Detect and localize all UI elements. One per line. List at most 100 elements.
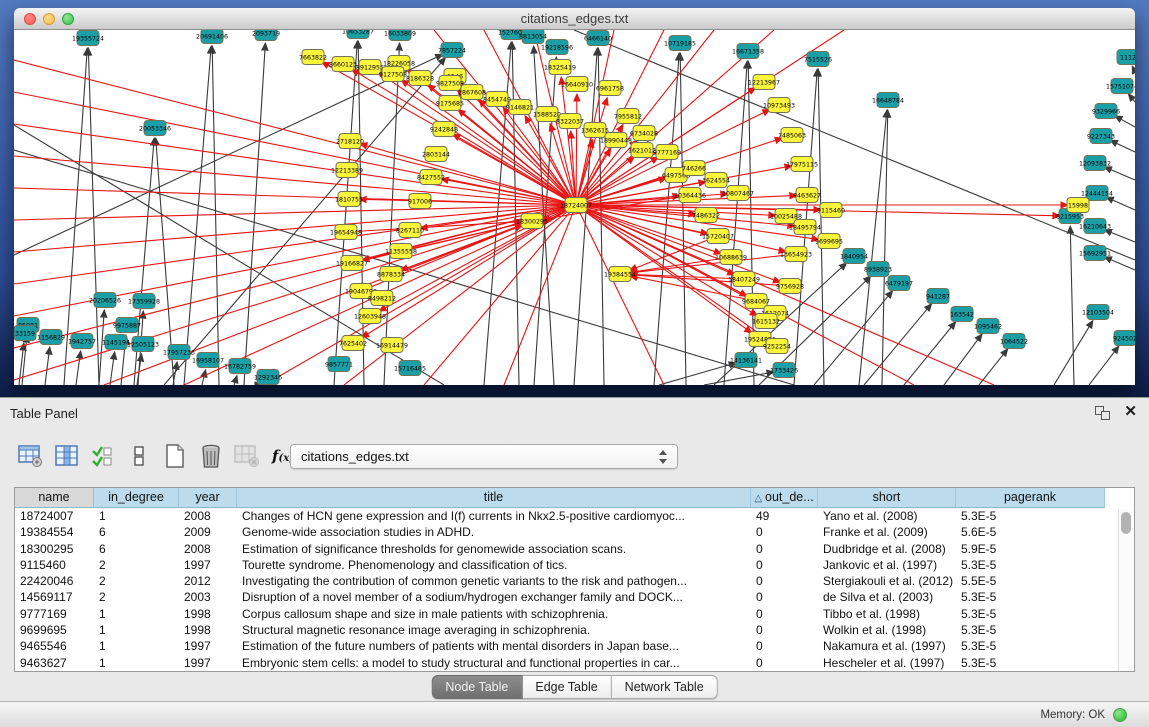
graph-node-label: 9777169 bbox=[653, 149, 681, 156]
table-cell: 6 bbox=[94, 541, 179, 557]
table-cell: 0 bbox=[751, 655, 818, 671]
graph-node-label: 9684067 bbox=[742, 298, 770, 305]
table-cell: 0 bbox=[751, 589, 818, 605]
window-titlebar[interactable]: citations_edges.txt bbox=[14, 8, 1135, 30]
table-row[interactable]: 1830029562008Estimation of significance … bbox=[15, 541, 1134, 557]
table-cell: 0 bbox=[751, 524, 818, 540]
table-cell: 2008 bbox=[179, 541, 237, 557]
table-row[interactable]: 911546021997Tourette syndrome. Phenomeno… bbox=[15, 557, 1134, 573]
tab-network-table[interactable]: Network Table bbox=[612, 675, 718, 699]
column-header-title[interactable]: title bbox=[237, 488, 751, 508]
graph-node-label: 7486322 bbox=[692, 212, 720, 219]
table-cell: 0 bbox=[751, 606, 818, 622]
graph-node-label: 6961758 bbox=[596, 85, 624, 92]
graph-node-label: 8454749 bbox=[483, 96, 511, 103]
close-icon[interactable]: ✕ bbox=[1124, 402, 1137, 420]
table-cell: Hescheler et al. (1997) bbox=[818, 655, 956, 671]
table-cell: Structural magnetic resonance image aver… bbox=[237, 622, 751, 638]
column-header-name[interactable]: name bbox=[15, 488, 94, 508]
table-cell: Tibbo et al. (1998) bbox=[818, 606, 956, 622]
table-toolbar: f(x) bbox=[16, 440, 304, 472]
graph-node-label: 1145194 bbox=[102, 339, 130, 346]
graph-node-label: 12213967 bbox=[748, 79, 780, 86]
column-header-short[interactable]: short bbox=[818, 488, 956, 508]
graph-node-label: 10807467 bbox=[722, 190, 754, 197]
row-height-icon[interactable] bbox=[124, 441, 154, 471]
graph-node-label: 16640910 bbox=[561, 81, 593, 88]
table-row[interactable]: 946554611997Estimation of the future num… bbox=[15, 638, 1134, 654]
column-header-out-de-[interactable]: △out_de... bbox=[751, 488, 818, 508]
column-header-label: title bbox=[484, 490, 503, 504]
graph-node-label: 14136141 bbox=[730, 357, 762, 364]
graph-node-label: 1840954 bbox=[840, 253, 868, 260]
graph-node-label: 9463627 bbox=[793, 192, 821, 199]
table-cell: 18300295 bbox=[15, 541, 94, 557]
table-cell: 49 bbox=[751, 508, 818, 524]
scrollbar-thumb[interactable] bbox=[1121, 512, 1131, 534]
delete-table-icon[interactable] bbox=[196, 441, 226, 471]
graph-node-label: 7857224 bbox=[438, 47, 466, 54]
graph-node-label: 1362615 bbox=[581, 127, 609, 134]
graph-node-label: 924502 bbox=[1113, 335, 1135, 342]
table-vertical-scrollbar[interactable] bbox=[1118, 509, 1133, 671]
graph-node-label: 8813054 bbox=[519, 33, 547, 40]
table-cell: de Silva et al. (2003) bbox=[818, 589, 956, 605]
table-cell: 2 bbox=[94, 589, 179, 605]
table-cell: 1997 bbox=[179, 638, 237, 654]
table-row[interactable]: 946362711997Embryonic stem cells: a mode… bbox=[15, 655, 1134, 671]
table-row[interactable]: 1872400712008Changes of HCN gene express… bbox=[15, 508, 1134, 524]
table-row[interactable]: 969969511998Structural magnetic resonanc… bbox=[15, 622, 1134, 638]
graph-node-label: 16210643 bbox=[1079, 223, 1111, 230]
table-row[interactable]: 2242004622012Investigating the contribut… bbox=[15, 573, 1134, 589]
table-source-dropdown[interactable]: citations_edges.txt bbox=[290, 444, 678, 469]
graph-node-label: 16782759 bbox=[224, 363, 256, 370]
graph-node-label: 18325419 bbox=[544, 64, 576, 71]
memory-status-label: Memory: OK bbox=[1040, 709, 1105, 721]
graph-nodes[interactable]: 1935572420691406209371910653287160338097… bbox=[14, 30, 1135, 385]
graph-node-label: 17957233 bbox=[163, 349, 195, 356]
graph-node-label: 15751074 bbox=[1106, 83, 1135, 90]
table-panel-title: Table Panel bbox=[10, 406, 78, 421]
graph-node-label: 11355558 bbox=[385, 248, 417, 255]
column-header-year[interactable]: year bbox=[179, 488, 237, 508]
tab-edge-table[interactable]: Edge Table bbox=[522, 675, 611, 699]
graph-node-label: 9227343 bbox=[1087, 133, 1115, 140]
graph-node-label: 9252254 bbox=[763, 343, 791, 350]
table-cell: 9463627 bbox=[15, 655, 94, 671]
graph-node-label: 10719185 bbox=[664, 40, 696, 47]
select-columns-icon[interactable] bbox=[88, 441, 118, 471]
column-header-label: name bbox=[38, 490, 69, 504]
show-columns-icon[interactable] bbox=[52, 441, 82, 471]
network-graph-canvas[interactable]: 1935572420691406209371910653287160338097… bbox=[14, 30, 1135, 385]
table-cell: Estimation of the future numbers of pati… bbox=[237, 638, 751, 654]
float-panel-icon[interactable] bbox=[1095, 406, 1111, 421]
table-cell: 2003 bbox=[179, 589, 237, 605]
table-row[interactable]: 1456911722003Disruption of a novel membe… bbox=[15, 589, 1134, 605]
column-header-in-degree[interactable]: in_degree bbox=[94, 488, 179, 508]
graph-node-label: 8322037 bbox=[556, 118, 584, 125]
graph-node-label: 19166827 bbox=[336, 260, 368, 267]
column-header-label: pagerank bbox=[1004, 490, 1056, 504]
application: citations_edges.txt 19355724206914062093… bbox=[0, 0, 1149, 727]
graph-node-label: 9175685 bbox=[436, 100, 464, 107]
table-cell: Estimation of significance thresholds fo… bbox=[237, 541, 751, 557]
table-cell: Embryonic stem cells: a model to study s… bbox=[237, 655, 751, 671]
table-cell: 1 bbox=[94, 655, 179, 671]
graph-node-label: 2093719 bbox=[252, 30, 280, 37]
table-row[interactable]: 1938455462009Genome-wide association stu… bbox=[15, 524, 1134, 540]
graph-node-label: 19654948 bbox=[330, 229, 362, 236]
graph-node-label: 16671358 bbox=[732, 48, 764, 55]
column-header-pagerank[interactable]: pagerank bbox=[956, 488, 1105, 508]
graph-node-label: 1112 bbox=[1120, 54, 1135, 61]
graph-node-label: 17975115 bbox=[786, 161, 818, 168]
sort-ascending-icon: △ bbox=[754, 493, 762, 504]
delete-column-icon[interactable] bbox=[232, 441, 262, 471]
table-header-row: name in_degreeyear title △out_de...short pag… bbox=[15, 488, 1134, 508]
table-settings-icon[interactable] bbox=[16, 441, 46, 471]
new-table-icon[interactable] bbox=[160, 441, 190, 471]
tab-node-table[interactable]: Node Table bbox=[431, 675, 522, 699]
graph-node-label: 12444154 bbox=[1081, 190, 1113, 197]
table-row[interactable]: 977716911998Corpus callosum shape and si… bbox=[15, 606, 1134, 622]
graph-node-label: 9975887 bbox=[113, 322, 141, 329]
status-bar: Memory: OK bbox=[0, 701, 1149, 727]
